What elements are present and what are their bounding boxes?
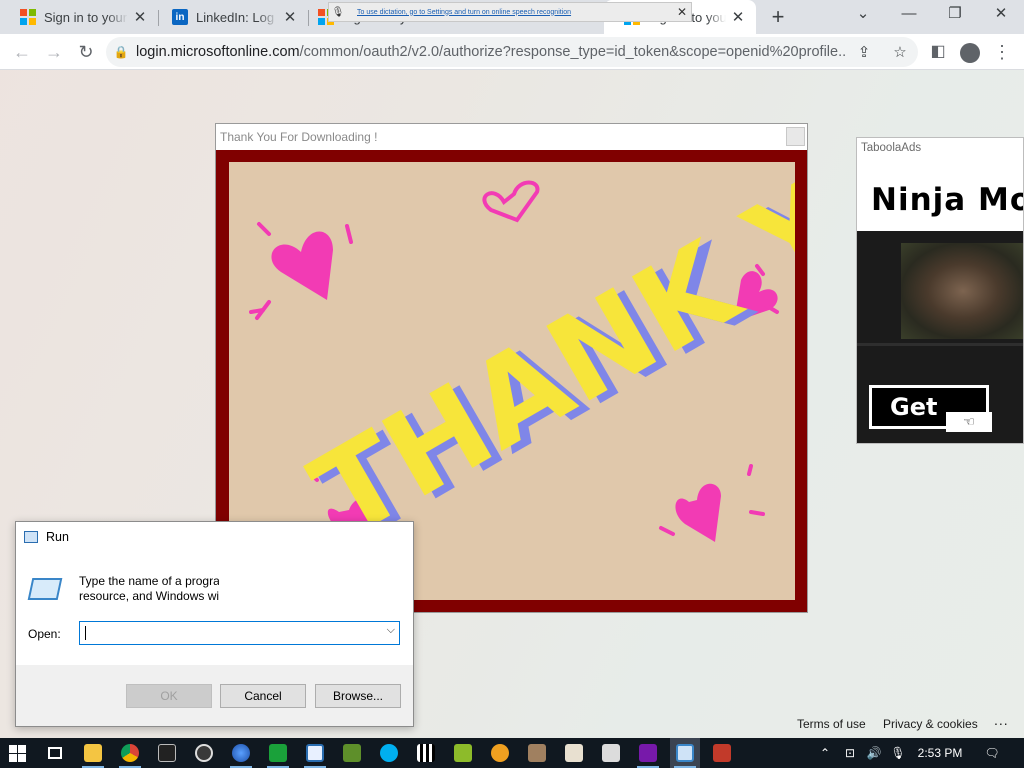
close-window-icon[interactable]: ✕ (978, 0, 1024, 30)
tab-label: Sign in to your account (44, 9, 128, 25)
run-dialog: Run Type the name of a program, folder, … (15, 521, 414, 727)
microsoft-logo-icon (20, 9, 36, 25)
chrome-icon[interactable] (115, 738, 145, 768)
mail-icon[interactable] (596, 738, 626, 768)
tab-search-icon[interactable]: ⌄ (840, 0, 886, 30)
run-dialog-task-icon[interactable] (670, 738, 700, 768)
onenote-icon[interactable] (633, 738, 663, 768)
tab-close-icon[interactable]: ✕ (282, 8, 298, 26)
reload-icon[interactable]: ↻ (72, 38, 100, 66)
obs-icon[interactable] (189, 738, 219, 768)
new-tab-button[interactable]: + (764, 3, 792, 31)
warning-app-icon[interactable] (448, 738, 478, 768)
qr-app-icon[interactable] (411, 738, 441, 768)
ad-title[interactable]: Ninja Mov (871, 182, 1023, 218)
pointing-hand-icon: ☜ (946, 412, 992, 432)
settings-app-icon[interactable] (485, 738, 515, 768)
tab-sign-in-1[interactable]: Sign in to your account ✕ (0, 0, 158, 34)
run-program-icon (27, 578, 63, 600)
task-view-icon[interactable] (40, 738, 70, 768)
popup-title: Thank You For Downloading ! (216, 124, 807, 150)
tab-label: LinkedIn: Log In or Sign Up (196, 9, 278, 25)
ad-video[interactable]: Get ☜ (857, 231, 1023, 443)
profile-avatar-icon[interactable] (956, 38, 984, 66)
forward-arrow-icon[interactable]: → (40, 38, 68, 66)
command-prompt-icon[interactable] (152, 738, 182, 768)
ad-button-label: Get (890, 393, 938, 421)
volume-icon[interactable]: 🔊 (862, 738, 886, 768)
ad-get-button[interactable]: Get ☜ (869, 385, 992, 432)
linkedin-logo-icon: in (172, 9, 188, 25)
tab-close-icon[interactable]: ✕ (730, 8, 746, 26)
more-options-ellipsis[interactable]: ... (994, 712, 1009, 728)
chrome-menu-icon[interactable]: ⋮ (988, 38, 1016, 66)
ad-source-label: TaboolaAds (861, 142, 922, 154)
chevron-up-icon[interactable]: ⌃ (814, 738, 836, 768)
taboola-ad-panel[interactable]: TaboolaAds Ninja Mov Get ☜ (856, 137, 1024, 444)
windows-start-icon[interactable] (2, 738, 32, 768)
run-description: Type the name of a program, folder, docu… (79, 574, 219, 604)
microphone-tray-icon[interactable]: 🎙 (886, 738, 910, 768)
app-window-icon[interactable] (300, 738, 330, 768)
run-description-line2: resource, and Windows will open it for y… (79, 589, 219, 603)
restore-icon[interactable]: ❐ (932, 0, 978, 30)
run-icon (24, 531, 38, 543)
character-app-icon[interactable] (522, 738, 552, 768)
chevron-down-icon[interactable]: ⌵ (387, 624, 395, 637)
game-icon[interactable] (337, 738, 367, 768)
back-arrow-icon[interactable]: ← (8, 38, 36, 66)
tab-linkedin[interactable]: in LinkedIn: Log In or Sign Up ✕ (152, 0, 308, 34)
url-text[interactable]: login.microsoftonline.com/common/oauth2/… (136, 44, 846, 60)
windows-taskbar: ⌃ ⊡ 🔊 🎙 2:53 PM 🗨 (0, 738, 1024, 768)
tab-close-icon[interactable]: ✕ (132, 8, 148, 26)
cancel-button[interactable]: Cancel (220, 684, 306, 708)
side-panel-icon[interactable]: ◧ (924, 38, 952, 66)
run-description-line1: Type the name of a program, folder, docu… (79, 574, 219, 588)
dictation-message[interactable]: To use dictation, go to Settings and tur… (347, 9, 673, 16)
terms-of-use-link[interactable]: Terms of use (797, 717, 866, 731)
bookmark-star-icon[interactable]: ☆ (882, 43, 918, 61)
brave-icon[interactable] (559, 738, 589, 768)
ok-button[interactable]: OK (126, 684, 212, 708)
open-label: Open: (28, 627, 61, 641)
minimize-icon[interactable]: — (886, 0, 932, 30)
skype-icon[interactable] (374, 738, 404, 768)
browser-tab-strip: Sign in to your account ✕ in LinkedIn: L… (0, 0, 1024, 34)
microphone-icon: 🎙 (331, 6, 345, 18)
red-app-icon[interactable] (707, 738, 737, 768)
privacy-cookies-link[interactable]: Privacy & cookies (883, 717, 978, 731)
popup-close-button[interactable] (786, 127, 805, 146)
text-caret (85, 626, 86, 640)
open-combobox[interactable]: ⌵ (79, 621, 400, 645)
download-manager-icon[interactable] (263, 738, 293, 768)
video-divider (857, 343, 1023, 346)
ad-video-face-image (901, 243, 1023, 339)
share-icon[interactable]: ⇪ (846, 43, 882, 61)
file-explorer-icon[interactable] (78, 738, 108, 768)
firefox-icon[interactable] (226, 738, 256, 768)
run-dialog-titlebar[interactable]: Run (16, 522, 413, 552)
browse-button[interactable]: Browse... (315, 684, 401, 708)
dictation-close-icon[interactable]: ✕ (673, 5, 691, 19)
heart-outline-icon (482, 180, 540, 223)
clock-time[interactable]: 2:53 PM (910, 738, 970, 768)
browser-toolbar: ← → ↻ 🔒 login.microsoftonline.com/common… (0, 34, 1024, 70)
run-dialog-title: Run (46, 530, 69, 544)
network-icon[interactable]: ⊡ (838, 738, 862, 768)
dictation-banner: 🎙 To use dictation, go to Settings and t… (328, 2, 692, 22)
notifications-icon[interactable]: 🗨 (980, 738, 1004, 768)
lock-icon[interactable]: 🔒 (106, 45, 136, 59)
address-bar[interactable]: 🔒 login.microsoftonline.com/common/oauth… (106, 37, 918, 67)
